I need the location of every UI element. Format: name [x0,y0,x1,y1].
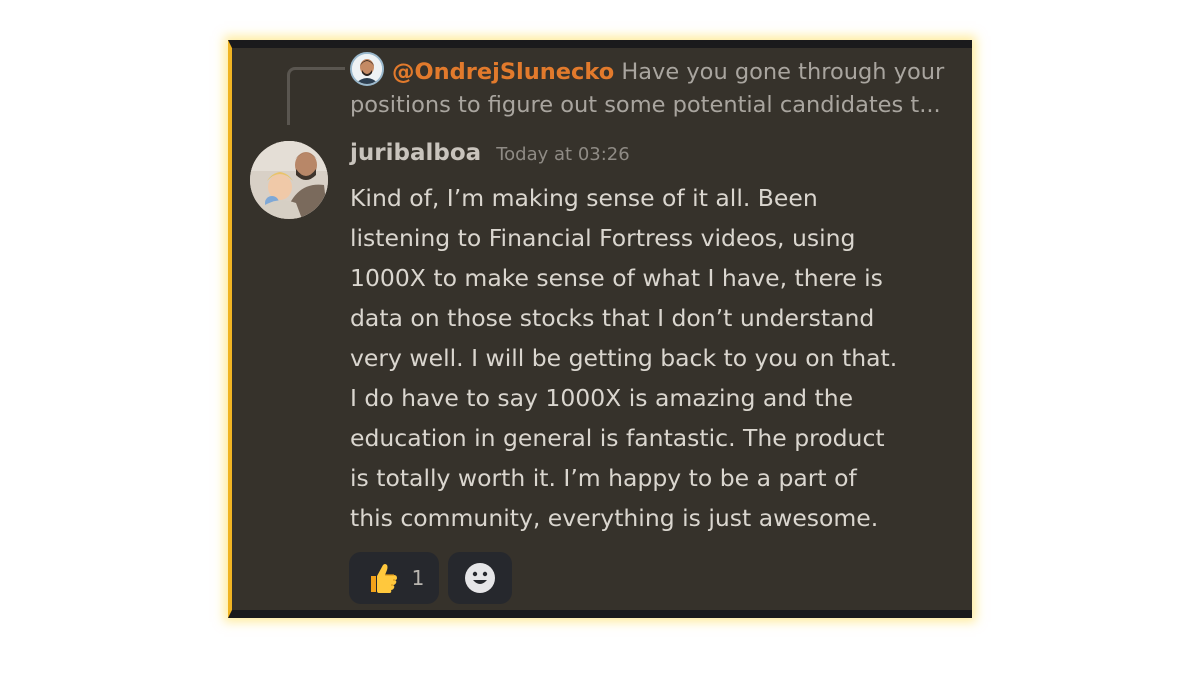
thumbs-up-icon [370,564,397,593]
message-card: @OndrejSlunecko Have you gone through yo… [228,40,972,618]
message-line: education in general is fantastic. The p… [350,424,885,452]
add-reaction-button[interactable] [448,552,512,604]
message-header: juribalboa Today at 03:26 [350,140,630,166]
message-line: data on those stocks that I don’t unders… [350,304,875,332]
timestamp[interactable]: Today at 03:26 [496,144,629,165]
message-line: 1000X to make sense of what I have, ther… [350,264,883,292]
reaction-count: 1 [411,566,425,590]
add-reaction-smiley-icon [465,563,495,593]
reply-preview[interactable]: @OndrejSlunecko Have you gone through yo… [350,56,950,122]
user-avatar-image [250,141,328,219]
reaction-thumbs-up[interactable]: 1 [349,552,439,604]
message-line: is totally worth it. I’m happy to be a p… [350,464,857,492]
message-line: listening to Financial Fortress videos, … [350,224,856,252]
message-line: this community, everything is just aweso… [350,504,879,532]
reply-connector-line [287,67,345,125]
avatar[interactable] [250,141,328,219]
message-line: Kind of, I’m making sense of it all. Bee… [350,184,818,212]
message-line: very well. I will be getting back to you… [350,344,898,372]
username[interactable]: juribalboa [350,140,481,166]
reply-mention[interactable]: @OndrejSlunecko [392,59,614,85]
message-line: I do have to say 1000X is amazing and th… [350,384,854,412]
message-text: Kind of, I’m making sense of it all. Bee… [350,178,960,538]
